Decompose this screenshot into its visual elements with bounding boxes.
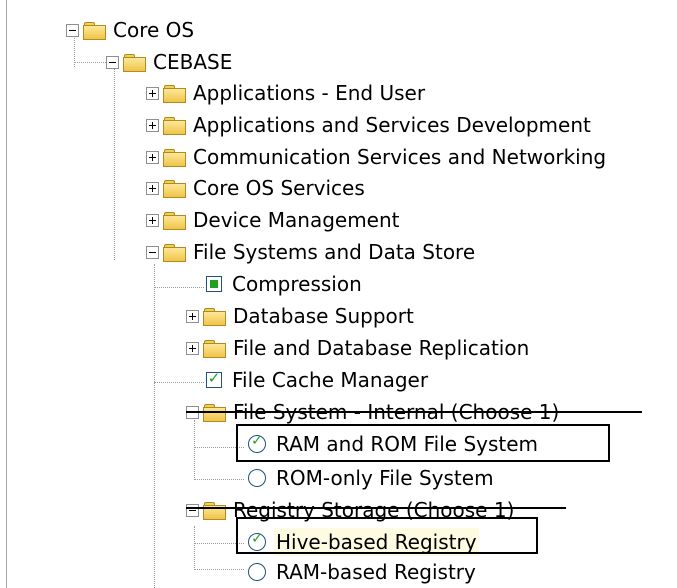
node-label: Hive-based Registry — [274, 528, 479, 556]
collapse-icon[interactable] — [106, 55, 119, 69]
tree-connector — [194, 447, 244, 448]
node-label: Applications - End User — [193, 81, 426, 105]
folder-icon — [163, 211, 186, 230]
folder-icon — [163, 116, 186, 135]
expand-icon[interactable] — [146, 150, 159, 164]
tree-node-rom-only-fs[interactable]: ROM-only File System — [248, 462, 496, 494]
expand-icon[interactable] — [146, 213, 159, 227]
tree-node-file-systems[interactable]: File Systems and Data Store — [146, 236, 477, 268]
tree-node-ram-registry[interactable]: RAM-based Registry — [248, 556, 478, 588]
tree-connector — [154, 287, 204, 288]
node-label: Device Management — [193, 208, 400, 232]
tree-node-core-os-services[interactable]: Core OS Services — [146, 172, 367, 204]
folder-icon — [123, 53, 146, 72]
tree-node-compression[interactable]: Compression — [206, 268, 364, 300]
partial-check-icon[interactable] — [206, 276, 222, 292]
tree-node-cebase[interactable]: CEBASE — [106, 46, 234, 78]
strike-line — [186, 411, 642, 413]
tree-connector — [194, 420, 195, 480]
strike-line — [186, 507, 566, 509]
node-label: Database Support — [233, 304, 414, 328]
folder-icon — [163, 148, 186, 167]
tree-connector — [194, 526, 195, 570]
expand-icon[interactable] — [186, 309, 199, 323]
tree-connector — [154, 382, 204, 383]
radio-selected-icon[interactable] — [248, 531, 266, 551]
radio-selected-icon[interactable] — [248, 433, 266, 453]
collapse-icon[interactable] — [186, 503, 199, 517]
checkbox-checked-icon[interactable] — [206, 369, 222, 388]
tree-connector — [154, 264, 155, 588]
folder-icon — [203, 307, 226, 326]
expand-icon[interactable] — [146, 86, 159, 100]
collapse-icon[interactable] — [146, 245, 159, 259]
tree-node-file-cache-manager[interactable]: File Cache Manager — [206, 364, 430, 396]
expand-icon[interactable] — [146, 118, 159, 132]
tree-node-applications-services-dev[interactable]: Applications and Services Development — [146, 109, 593, 141]
expand-icon[interactable] — [186, 341, 199, 355]
node-label: RAM and ROM File System — [276, 432, 539, 456]
node-label: Compression — [232, 272, 362, 296]
node-label: Core OS — [113, 18, 195, 42]
node-label: File and Database Replication — [233, 336, 530, 360]
node-label: RAM-based Registry — [276, 560, 476, 584]
tree-connector — [194, 479, 244, 480]
tree-connector — [194, 543, 244, 544]
radio-unselected-icon[interactable] — [248, 469, 266, 487]
node-label: Registry Storage (Choose 1) — [233, 498, 515, 522]
node-label: Communication Services and Networking — [193, 145, 607, 169]
tree-node-applications-end-user[interactable]: Applications - End User — [146, 77, 427, 109]
catalog-tree: Core OS CEBASE Applications - End User A… — [0, 0, 677, 588]
node-label: File Cache Manager — [232, 368, 429, 392]
tree-node-communication-services[interactable]: Communication Services and Networking — [146, 141, 608, 173]
tree-left-border — [6, 0, 7, 588]
tree-connector — [194, 569, 244, 570]
folder-icon — [83, 21, 106, 40]
expand-icon[interactable] — [146, 181, 159, 195]
node-label: CEBASE — [153, 50, 233, 74]
tree-node-device-management[interactable]: Device Management — [146, 204, 402, 236]
folder-icon — [163, 243, 186, 262]
node-label: Applications and Services Development — [193, 113, 591, 137]
tree-node-database-support[interactable]: Database Support — [186, 300, 416, 332]
node-label: Core OS Services — [193, 176, 365, 200]
folder-icon — [163, 179, 186, 198]
node-label: File Systems and Data Store — [193, 240, 476, 264]
collapse-icon[interactable] — [66, 23, 79, 37]
folder-icon — [163, 84, 186, 103]
folder-icon — [203, 501, 226, 520]
tree-node-file-db-replication[interactable]: File and Database Replication — [186, 332, 531, 364]
tree-connector — [74, 62, 108, 63]
tree-connector — [114, 68, 115, 260]
tree-node-registry-storage[interactable]: Registry Storage (Choose 1) — [186, 494, 516, 526]
folder-icon — [203, 339, 226, 358]
node-label: ROM-only File System — [276, 466, 494, 490]
tree-node-ram-rom-fs[interactable]: RAM and ROM File System — [248, 428, 540, 460]
tree-node-hive-registry[interactable]: Hive-based Registry — [248, 526, 479, 558]
tree-node-core-os[interactable]: Core OS — [66, 14, 196, 46]
radio-unselected-icon[interactable] — [248, 563, 266, 581]
